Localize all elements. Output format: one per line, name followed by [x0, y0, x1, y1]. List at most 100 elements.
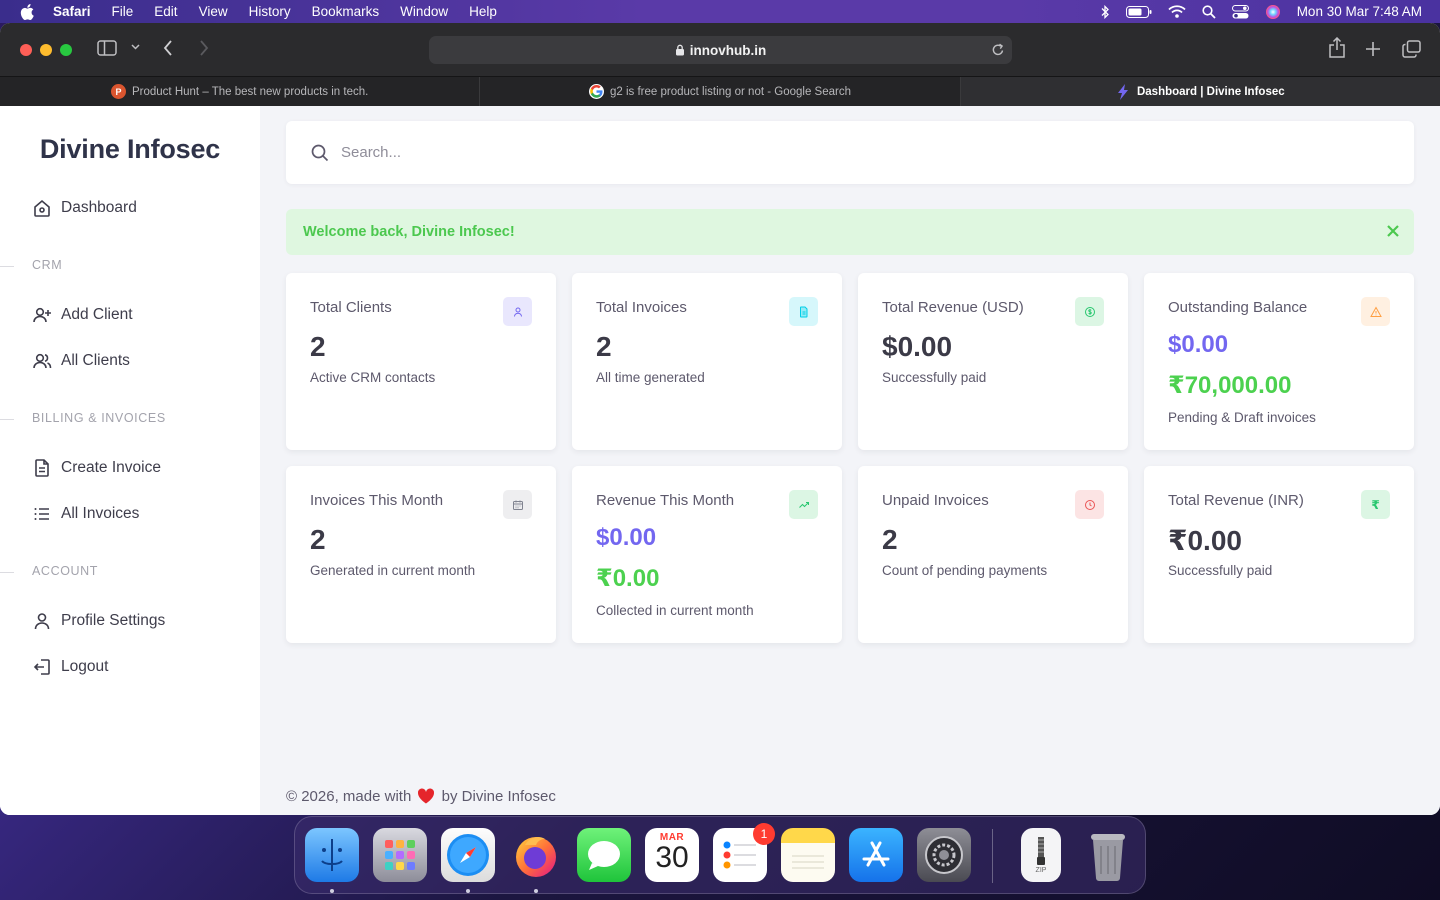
- trash-icon[interactable]: [1081, 828, 1135, 882]
- dollar-icon: [1075, 297, 1104, 326]
- tab-label: Product Hunt – The best new products in …: [132, 85, 369, 98]
- share-icon[interactable]: [1328, 37, 1346, 59]
- clock-icon: [1075, 490, 1104, 519]
- back-arrow-icon[interactable]: [163, 40, 173, 56]
- card-subtitle: Successfully paid: [882, 370, 987, 385]
- close-icon[interactable]: [1386, 224, 1400, 238]
- menu-help[interactable]: Help: [469, 4, 497, 19]
- calendar-icon: [503, 490, 532, 519]
- reminders-app-icon[interactable]: 1: [713, 823, 775, 882]
- zoom-window-button[interactable]: [60, 43, 72, 56]
- running-indicator: [466, 889, 470, 893]
- card-title: Invoices This Month: [310, 492, 444, 509]
- brand-logo-text[interactable]: Divine Infosec: [0, 134, 260, 165]
- new-tab-plus-icon[interactable]: [1365, 41, 1381, 57]
- tab-google-search[interactable]: g2 is free product listing or not - Goog…: [480, 77, 961, 106]
- menu-file[interactable]: File: [112, 4, 134, 19]
- macos-menubar: Safari File Edit View History Bookmarks …: [0, 0, 1440, 23]
- dock-separator: [992, 829, 993, 883]
- menu-view[interactable]: View: [199, 4, 228, 19]
- menu-edit[interactable]: Edit: [154, 4, 177, 19]
- close-window-button[interactable]: [20, 43, 32, 56]
- lock-icon: [675, 44, 685, 56]
- rupee-icon: ₹: [1361, 490, 1390, 519]
- card-unpaid-invoices: Unpaid Invoices 2 Count of pending payme…: [858, 466, 1128, 643]
- calendar-app-icon[interactable]: MAR 30: [645, 828, 699, 882]
- sidebar-item-profile-settings[interactable]: Profile Settings: [32, 611, 165, 631]
- messages-app-icon[interactable]: [577, 828, 631, 882]
- menu-window[interactable]: Window: [400, 4, 448, 19]
- search-bar[interactable]: [286, 121, 1414, 184]
- address-bar[interactable]: innovhub.in: [429, 36, 1012, 64]
- sidebar-toggle-icon[interactable]: [97, 40, 117, 56]
- section-header-crm: CRM: [32, 258, 63, 272]
- running-indicator: [330, 889, 334, 893]
- minimize-window-button[interactable]: [40, 43, 52, 56]
- notes-app-icon[interactable]: [781, 828, 835, 882]
- bluetooth-icon[interactable]: [1100, 0, 1110, 23]
- footer-suffix: by Divine Infosec: [441, 788, 556, 805]
- card-value: ₹0.00: [1168, 525, 1242, 556]
- card-subtitle: Count of pending payments: [882, 563, 1048, 578]
- card-invoices-this-month: Invoices This Month 2 Generated in curre…: [286, 466, 556, 643]
- firefox-app-icon[interactable]: [509, 828, 563, 882]
- safari-window: innovhub.in P Product Hunt – The best ne…: [0, 23, 1440, 815]
- card-value: 2: [310, 331, 326, 362]
- tab-dashboard[interactable]: Dashboard | Divine Infosec: [960, 77, 1440, 106]
- card-title: Revenue This Month: [596, 492, 735, 509]
- card-value-inr: ₹70,000.00: [1168, 372, 1292, 399]
- card-title: Unpaid Invoices: [882, 492, 989, 509]
- menubar-clock[interactable]: Mon 30 Mar 7:48 AM: [1297, 4, 1422, 19]
- sidebar-item-label: Profile Settings: [61, 612, 166, 629]
- card-value: 2: [310, 524, 326, 555]
- sidebar-item-logout[interactable]: Logout: [32, 657, 108, 677]
- card-subtitle: Pending & Draft invoices: [1168, 410, 1316, 425]
- sidebar-item-dashboard[interactable]: Dashboard: [32, 198, 137, 218]
- card-total-revenue-inr: Total Revenue (INR) ₹ ₹0.00 Successfully…: [1144, 466, 1414, 643]
- card-title: Total Revenue (INR): [1168, 492, 1304, 509]
- menu-history[interactable]: History: [249, 4, 291, 19]
- launchpad-app-icon[interactable]: [373, 828, 427, 882]
- zip-archive-icon[interactable]: ZIP: [1021, 828, 1061, 882]
- wifi-icon[interactable]: [1168, 0, 1186, 23]
- google-favicon-icon: [588, 84, 604, 99]
- siri-icon[interactable]: [1265, 0, 1281, 23]
- file-text-icon: [32, 458, 52, 478]
- search-input[interactable]: [341, 144, 1241, 161]
- control-center-icon[interactable]: [1231, 0, 1249, 23]
- card-value-inr: ₹0.00: [596, 565, 660, 592]
- tab-label: g2 is free product listing or not - Goog…: [609, 85, 851, 98]
- sidebar-item-all-clients[interactable]: All Clients: [32, 351, 130, 371]
- users-icon: [32, 351, 52, 371]
- card-title: Outstanding Balance: [1168, 299, 1308, 316]
- footer-prefix: © 2026, made with: [286, 788, 412, 805]
- chevron-down-icon[interactable]: [131, 43, 140, 51]
- card-subtitle: Active CRM contacts: [310, 370, 436, 385]
- apple-menu-icon[interactable]: [19, 3, 35, 20]
- reload-icon[interactable]: [991, 42, 1005, 57]
- list-icon: [32, 504, 52, 524]
- sidebar-item-label: Add Client: [61, 306, 133, 323]
- sidebar-item-create-invoice[interactable]: Create Invoice: [32, 458, 161, 478]
- bolt-favicon-icon: [1116, 83, 1131, 100]
- spotlight-search-icon[interactable]: [1202, 0, 1216, 23]
- forward-arrow-icon[interactable]: [199, 40, 209, 56]
- finder-app-icon[interactable]: [305, 828, 359, 882]
- calendar-day: 30: [655, 841, 689, 874]
- sidebar-item-label: All Invoices: [61, 505, 140, 522]
- menu-app-name[interactable]: Safari: [53, 4, 91, 19]
- tab-product-hunt[interactable]: P Product Hunt – The best new products i…: [0, 77, 481, 106]
- trending-up-icon: [789, 490, 818, 519]
- sidebar-item-all-invoices[interactable]: All Invoices: [32, 504, 139, 524]
- sidebar-item-add-client[interactable]: Add Client: [32, 305, 133, 325]
- system-settings-app-icon[interactable]: [917, 828, 971, 882]
- menu-bookmarks[interactable]: Bookmarks: [312, 4, 380, 19]
- logout-icon: [32, 657, 52, 677]
- sidebar: Divine Infosec Dashboard CRM Add Client: [0, 106, 260, 815]
- battery-icon[interactable]: [1125, 0, 1152, 23]
- welcome-message: Welcome back, Divine Infosec!: [303, 224, 515, 240]
- app-store-app-icon[interactable]: [849, 828, 903, 882]
- tab-overview-icon[interactable]: [1402, 40, 1421, 58]
- user-plus-icon: [32, 305, 52, 325]
- safari-app-icon[interactable]: [441, 828, 495, 882]
